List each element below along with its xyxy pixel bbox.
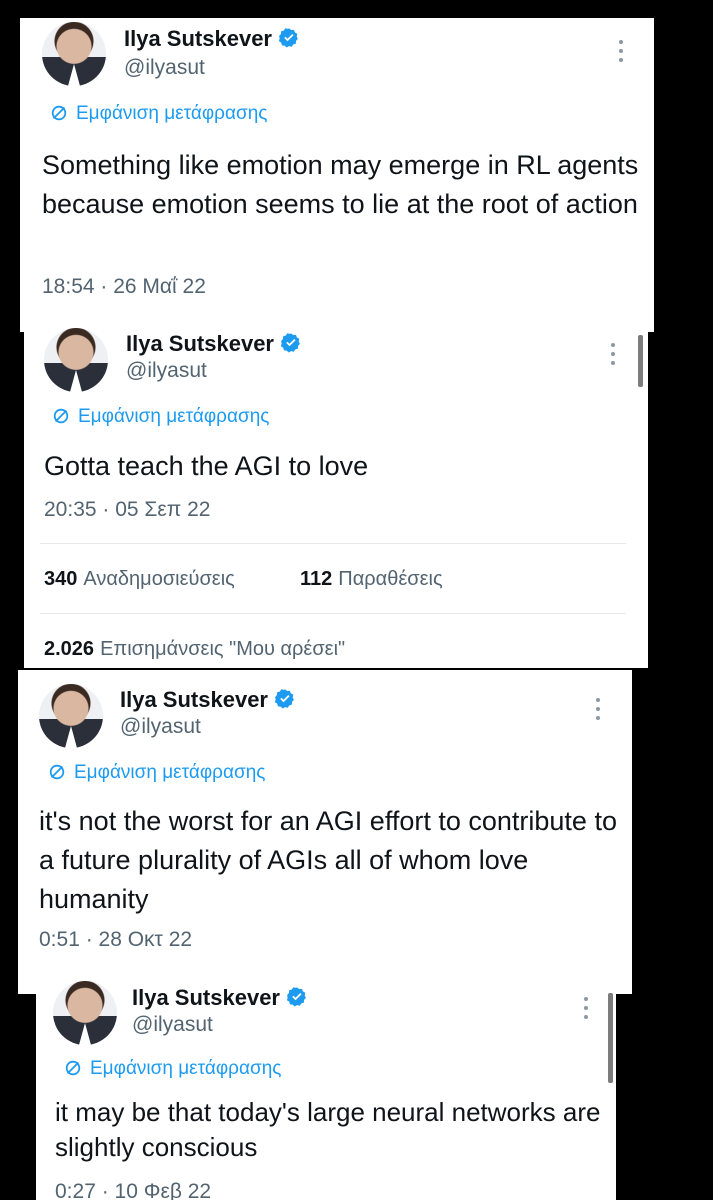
show-translation-link[interactable]: Εμφάνιση μετάφρασης [52,406,269,428]
tweet-timestamp[interactable]: 18:54 · 26 Μαΐ 22 [42,275,206,299]
tweet-text: it's not the worst for an AGI effort to … [39,806,617,914]
translate-globe-icon [49,764,65,780]
tweet-timestamp[interactable]: 20:35 · 05 Σεπ 22 [44,498,210,522]
more-options-icon[interactable] [583,997,589,1019]
verified-badge-icon [286,987,306,1007]
avatar[interactable] [44,328,108,392]
tweet-timestamp[interactable]: 0:27 · 10 Φεβ 22 [55,1180,211,1200]
more-options-icon[interactable] [618,40,624,62]
avatar[interactable] [53,981,117,1045]
tweet-text: Something like emotion may emerge in RL … [42,150,639,219]
display-name[interactable]: Ilya Sutskever [120,687,296,713]
scrollbar[interactable] [638,335,643,387]
tweet-card: Ilya Sutskever @ilyasut Εμφάνιση μετάφρα… [36,975,616,1200]
tweet-card: Ilya Sutskever @ilyasut Εμφάνιση μετάφρα… [18,670,632,994]
handle[interactable]: @ilyasut [132,1013,213,1037]
quotes-stat[interactable]: 112 Παραθέσεις [300,568,443,591]
tweet-text: Gotta teach the AGI to love [44,451,369,481]
handle[interactable]: @ilyasut [120,715,201,739]
display-name[interactable]: Ilya Sutskever [126,331,302,357]
reposts-label: Αναδημοσιεύσεις [83,568,235,590]
quotes-count: 112 [300,568,333,590]
translate-globe-icon [51,105,67,121]
tweet-timestamp[interactable]: 0:51 · 28 Οκτ 22 [39,928,192,952]
avatar[interactable] [39,684,103,748]
reposts-count: 340 [44,568,78,590]
divider [40,613,626,614]
tweet-text: it may be that today's large neural netw… [55,1097,601,1162]
likes-stat[interactable]: 2.026 Επισημάνσεις "Μου αρέσει" [44,638,345,661]
translate-globe-icon [53,408,69,424]
display-name[interactable]: Ilya Sutskever [124,26,300,52]
show-translation-link[interactable]: Εμφάνιση μετάφρασης [50,103,267,125]
handle[interactable]: @ilyasut [126,359,207,383]
more-options-icon[interactable] [610,343,616,365]
divider [40,543,626,544]
likes-label: Επισημάνσεις "Μου αρέσει" [100,638,346,660]
more-options-icon[interactable] [595,698,601,720]
translate-globe-icon [65,1060,81,1076]
verified-badge-icon [278,28,298,48]
reposts-stat[interactable]: 340 Αναδημοσιεύσεις [44,568,235,591]
likes-count: 2.026 [44,638,95,660]
show-translation-link[interactable]: Εμφάνιση μετάφρασης [48,762,265,784]
quotes-label: Παραθέσεις [338,568,443,590]
show-translation-link[interactable]: Εμφάνιση μετάφρασης [64,1058,281,1080]
verified-badge-icon [280,333,300,353]
verified-badge-icon [274,689,294,709]
avatar[interactable] [42,22,106,86]
handle[interactable]: @ilyasut [124,56,205,80]
scrollbar[interactable] [608,993,613,1083]
tweet-card: Ilya Sutskever @ilyasut Εμφάνιση μετάφρα… [24,323,648,668]
tweet-card: Ilya Sutskever @ilyasut Εμφάνιση μετάφρα… [20,18,654,332]
display-name[interactable]: Ilya Sutskever [132,985,308,1011]
